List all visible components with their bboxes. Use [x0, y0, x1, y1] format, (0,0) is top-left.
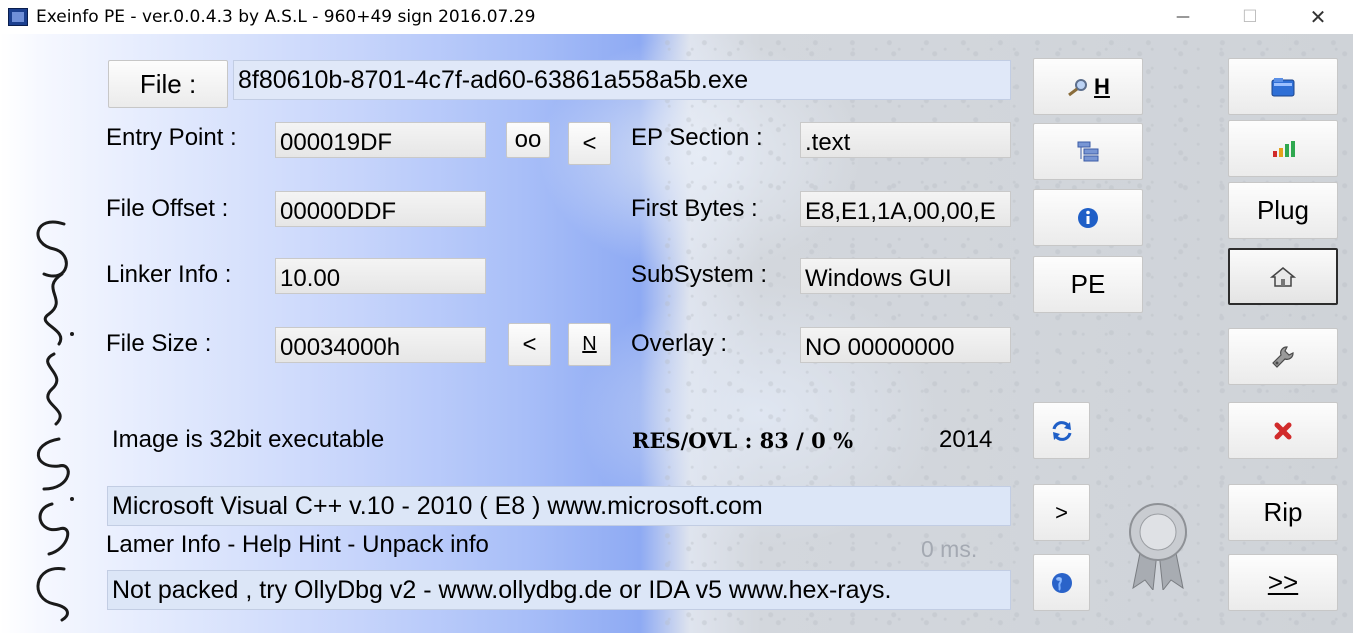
open-file-button[interactable] — [1228, 58, 1338, 115]
image-type-text: Image is 32bit executable — [112, 426, 385, 453]
home-button[interactable] — [1228, 248, 1338, 305]
file-size-back-label: < — [522, 330, 537, 358]
options-button[interactable] — [1228, 328, 1338, 385]
linker-info-label: Linker Info : — [106, 261, 232, 288]
subsystem-field[interactable]: Windows GUI — [800, 258, 1011, 294]
window-title: Exeinfo PE - ver.0.0.4.3 by A.S.L - 960+… — [36, 7, 536, 27]
close-window-button[interactable]: ✕ — [1290, 0, 1346, 34]
file-offset-field[interactable]: 00000DDF — [275, 191, 486, 227]
exeinfo-logo — [36, 220, 74, 622]
oo-label: oo — [514, 126, 542, 153]
maximize-icon: ☐ — [1242, 7, 1258, 27]
award-badge-icon — [1129, 503, 1187, 590]
n-label: N — [582, 333, 597, 355]
more-label: >> — [1267, 567, 1299, 597]
file-name-field[interactable]: 8f80610b-8701-4c7f-ad60-63861a558a5b.exe — [233, 60, 1011, 100]
overlay-label: Overlay : — [631, 330, 728, 357]
wrench-icon — [1272, 345, 1294, 368]
main-panel: File : 8f80610b-8701-4c7f-ad60-63861a558… — [0, 34, 1353, 633]
app-icon[interactable] — [8, 8, 28, 26]
entry-point-label: Entry Point : — [106, 124, 237, 151]
hint-link[interactable]: Lamer Info - Help Hint - Unpack info — [106, 531, 489, 559]
next-label: > — [1055, 499, 1068, 525]
oo-button[interactable]: oo — [506, 122, 550, 158]
minimize-icon: — — [1176, 9, 1190, 25]
advice-field[interactable]: Not packed , try OllyDbg v2 - www.ollydb… — [107, 570, 1011, 610]
year-text: 2014 — [939, 426, 993, 453]
file-size-back-button[interactable]: < — [508, 323, 551, 366]
pe-button[interactable]: PE — [1033, 256, 1143, 313]
info-button[interactable] — [1033, 189, 1143, 246]
title-bar: Exeinfo PE - ver.0.0.4.3 by A.S.L - 960+… — [0, 0, 1353, 34]
linker-info-field[interactable]: 10.00 — [275, 258, 486, 294]
res-ovl-text: RES/OVL : 83 / 0 % — [632, 428, 854, 453]
file-size-field[interactable]: 00034000h — [275, 327, 486, 363]
entry-point-back-button[interactable]: < — [568, 122, 611, 165]
statistics-button[interactable] — [1228, 120, 1338, 177]
hex-search-label: H — [1094, 73, 1110, 99]
rescan-button[interactable] — [1033, 402, 1090, 459]
refresh-icon — [1052, 420, 1071, 441]
bar-chart-icon — [1273, 140, 1295, 157]
file-offset-label: File Offset : — [106, 195, 229, 222]
file-size-label: File Size : — [106, 330, 212, 357]
tree-list-icon — [1077, 141, 1099, 161]
magnifier-icon — [1068, 78, 1088, 96]
folder-icon — [1271, 77, 1295, 96]
first-bytes-label: First Bytes : — [631, 195, 758, 222]
subsystem-label: SubSystem : — [631, 261, 768, 288]
close-icon: ✕ — [1309, 5, 1327, 29]
file-button[interactable]: File : — [108, 60, 228, 108]
entry-point-field[interactable]: 000019DF — [275, 122, 486, 158]
pe-label: PE — [1070, 269, 1106, 299]
plugins-button[interactable]: Plug — [1228, 182, 1338, 239]
file-button-label: File : — [139, 68, 197, 99]
rip-button[interactable]: Rip — [1228, 484, 1338, 541]
web-button[interactable] — [1033, 554, 1090, 611]
n-button[interactable]: N — [568, 323, 611, 366]
entry-point-back-label: < — [582, 129, 597, 157]
scan-time-text: 0 ms. — [921, 536, 978, 562]
rip-label: Rip — [1263, 497, 1303, 527]
ep-section-field[interactable]: .text — [800, 122, 1011, 158]
section-viewer-button[interactable] — [1033, 123, 1143, 180]
app-window: Exeinfo PE - ver.0.0.4.3 by A.S.L - 960+… — [0, 0, 1353, 633]
globe-icon — [1051, 572, 1072, 593]
more-button[interactable]: >> — [1228, 554, 1338, 611]
hex-search-button[interactable]: H — [1033, 58, 1143, 115]
info-icon — [1078, 207, 1098, 228]
home-icon — [1270, 266, 1296, 287]
detection-result-field[interactable]: Microsoft Visual C++ v.10 - 2010 ( E8 ) … — [107, 486, 1011, 526]
minimize-button[interactable]: — — [1155, 0, 1211, 34]
plugins-label: Plug — [1256, 195, 1310, 225]
ep-section-label: EP Section : — [631, 124, 763, 151]
overlay-field[interactable]: NO 00000000 — [800, 327, 1011, 363]
exit-button[interactable] — [1228, 402, 1338, 459]
maximize-button[interactable]: ☐ — [1222, 0, 1278, 34]
first-bytes-field[interactable]: E8,E1,1A,00,00,E — [800, 191, 1011, 227]
red-x-icon — [1274, 422, 1292, 439]
next-button[interactable]: > — [1033, 484, 1090, 541]
